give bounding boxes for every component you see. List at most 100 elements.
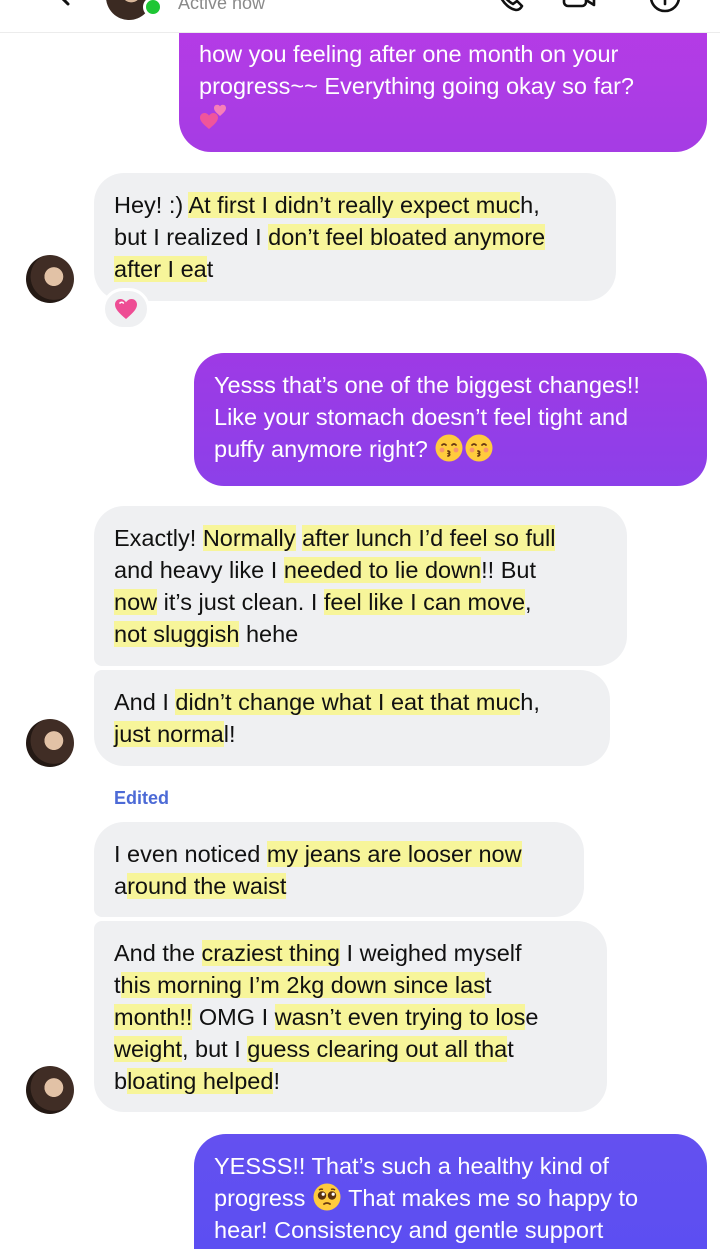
highlighted-text: craziest thing bbox=[201, 940, 340, 966]
highlighted-text: needed to lie down bbox=[283, 557, 482, 583]
message-text: Hey! :) bbox=[114, 192, 189, 218]
message-text-line: I even noticed my jeans are looser now bbox=[114, 838, 564, 870]
message-text: And I bbox=[114, 689, 176, 715]
heart-reaction[interactable] bbox=[102, 288, 150, 330]
highlighted-text: month!! bbox=[114, 1004, 193, 1030]
highlighted-text: after I ea bbox=[114, 256, 207, 282]
message-text-line: And I didn’t change what I eat that much… bbox=[114, 686, 590, 718]
message-bubble-incoming[interactable]: I even noticed my jeans are looser now ar… bbox=[94, 822, 584, 917]
message-text-line: this morning I’m 2kg down since last bbox=[114, 969, 587, 1001]
highlighted-text: guess clearing out all tha bbox=[247, 1036, 508, 1062]
message-bubble-incoming[interactable]: And the craziest thing I weighed myself t… bbox=[94, 921, 607, 1112]
message-text: e bbox=[525, 1004, 539, 1030]
highlighted-text: weight bbox=[114, 1036, 182, 1062]
message-bubble-incoming[interactable]: And I didn’t change what I eat that much… bbox=[94, 670, 610, 766]
message-text-line: but I realized I don’t feel bloated anym… bbox=[114, 221, 596, 253]
message-text-line: progress That makes me so happy to bbox=[214, 1182, 687, 1214]
message-text: t bbox=[206, 256, 214, 282]
message-text: I even noticed bbox=[114, 841, 267, 867]
highlighted-text: feel like I can move bbox=[323, 589, 526, 615]
message-text-line: month!! OMG I wasn’t even trying to lose bbox=[114, 1001, 587, 1033]
message-text-line: Yesss that’s one of the biggest changes!… bbox=[214, 369, 687, 401]
highlighted-text: after lunch I’d feel so full bbox=[302, 525, 556, 551]
highlighted-text: At first I didn’t really expect muc bbox=[188, 192, 521, 218]
message-text: And the bbox=[114, 940, 202, 966]
message-text: puffy anymore right? bbox=[214, 436, 435, 462]
highlighted-text: Normally bbox=[202, 525, 296, 551]
highlighted-text: now bbox=[114, 589, 158, 615]
message-text: hear! Consistency and gentle support bbox=[214, 1217, 604, 1243]
kissing-face-emoji bbox=[434, 434, 464, 462]
message-text: , but I bbox=[181, 1036, 248, 1062]
message-text-line: after I eat bbox=[114, 253, 596, 285]
message-text: Yesss that’s one of the biggest changes!… bbox=[214, 372, 640, 398]
message-bubble-incoming[interactable]: Hey! :) At first I didn’t really expect … bbox=[94, 173, 616, 301]
online-status-dot bbox=[143, 0, 163, 17]
message-text-line: how you feeling after one month on your bbox=[199, 38, 687, 70]
message-text-line: progress~~ Everything going okay so far? bbox=[199, 70, 687, 102]
message-text: h, bbox=[520, 689, 540, 715]
message-text: , bbox=[525, 589, 532, 615]
message-text-line: bloating helped! bbox=[114, 1065, 587, 1097]
message-text: hehe bbox=[239, 621, 299, 647]
message-text: but I realized I bbox=[114, 224, 269, 250]
message-text: Like your stomach doesn’t feel tight and bbox=[214, 404, 629, 430]
message-text: t bbox=[484, 972, 492, 998]
highlighted-text: don’t feel bloated anymore bbox=[268, 224, 546, 250]
heart-icon bbox=[115, 299, 137, 319]
message-text-line: now it’s just clean. I feel like I can m… bbox=[114, 586, 607, 618]
highlighted-text: wasn’t even trying to los bbox=[274, 1004, 526, 1030]
message-text-line: And the craziest thing I weighed myself bbox=[114, 937, 587, 969]
message-text-line: Like your stomach doesn’t feel tight and bbox=[214, 401, 687, 433]
message-text: I weighed myself bbox=[340, 940, 522, 966]
message-text-line: weight, but I guess clearing out all tha… bbox=[114, 1033, 587, 1065]
message-text-line: Hey! :) At first I didn’t really expect … bbox=[114, 189, 596, 221]
message-bubble-outgoing[interactable]: Yesss that’s one of the biggest changes!… bbox=[194, 353, 707, 486]
message-text: how you feeling after one month on your bbox=[199, 41, 619, 67]
avatar[interactable] bbox=[26, 1066, 74, 1114]
message-text-line: YESSS!! That’s such a healthy kind of bbox=[214, 1150, 687, 1182]
highlighted-text: loating helped bbox=[127, 1068, 274, 1094]
message-text-line: around the waist bbox=[114, 870, 564, 902]
chat-screen: Active now how you feeling after one mon… bbox=[0, 0, 720, 1249]
edited-label: Edited bbox=[114, 788, 170, 808]
kissing-face-emoji bbox=[464, 434, 494, 462]
message-text-line: not sluggish hehe bbox=[114, 618, 607, 650]
message-text: it’s just clean. I bbox=[157, 589, 324, 615]
message-text: l! bbox=[223, 721, 236, 747]
avatar[interactable] bbox=[26, 719, 74, 767]
message-text: progress bbox=[214, 1185, 312, 1211]
message-text: b bbox=[114, 1068, 128, 1094]
message-text-line: puffy anymore right? bbox=[214, 433, 687, 465]
two-hearts-emoji bbox=[199, 104, 229, 131]
active-status-text: Active now bbox=[178, 0, 266, 13]
chat-header: Active now bbox=[0, 0, 720, 33]
highlighted-text: not sluggish bbox=[114, 621, 240, 647]
message-text: Exactly! bbox=[114, 525, 203, 551]
message-text: OMG I bbox=[192, 1004, 275, 1030]
message-text: YESSS!! That’s such a healthy kind of bbox=[214, 1153, 609, 1179]
message-text: That makes me so happy to bbox=[341, 1185, 639, 1211]
message-text: !! But bbox=[481, 557, 536, 583]
message-emoji-line bbox=[199, 102, 687, 134]
message-text: a bbox=[114, 873, 128, 899]
message-text-line: and heavy like I needed to lie down!! Bu… bbox=[114, 554, 607, 586]
message-text-line: just normal! bbox=[114, 718, 590, 750]
video-camera-icon[interactable] bbox=[562, 0, 596, 14]
message-bubble-outgoing[interactable]: YESSS!! That’s such a healthy kind of pro… bbox=[194, 1134, 707, 1249]
message-text: and heavy like I bbox=[114, 557, 284, 583]
pleading-face-emoji bbox=[312, 1183, 342, 1211]
back-arrow-icon[interactable] bbox=[48, 0, 78, 8]
highlighted-text: didn’t change what I eat that muc bbox=[175, 689, 521, 715]
highlighted-text: round the waist bbox=[127, 873, 287, 899]
message-bubble-incoming[interactable]: Exactly! Normally after lunch I’d feel s… bbox=[94, 506, 627, 666]
highlighted-text: just norma bbox=[114, 721, 224, 747]
message-text-line: hear! Consistency and gentle support bbox=[214, 1214, 687, 1246]
message-text-line: Exactly! Normally after lunch I’d feel s… bbox=[114, 522, 607, 554]
message-text: h, bbox=[520, 192, 540, 218]
highlighted-text: his morning I’m 2kg down since las bbox=[120, 972, 485, 998]
info-icon[interactable] bbox=[648, 0, 682, 14]
phone-icon[interactable] bbox=[492, 0, 526, 14]
message-text: t bbox=[114, 972, 121, 998]
avatar[interactable] bbox=[26, 255, 74, 303]
